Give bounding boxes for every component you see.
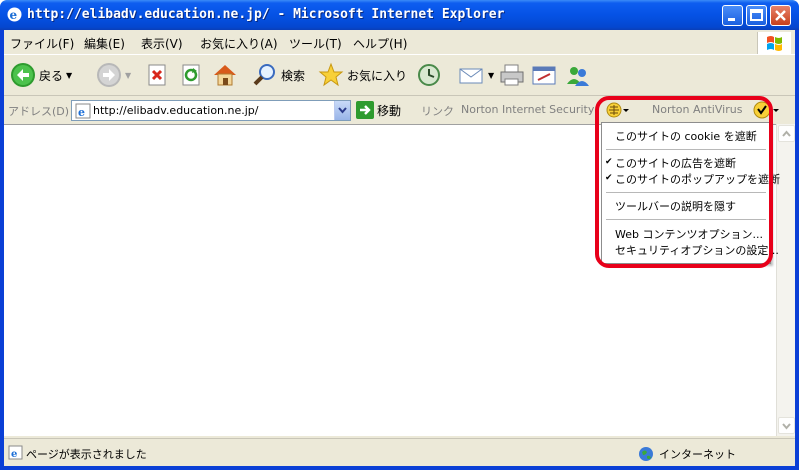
home-icon bbox=[214, 65, 236, 86]
close-icon bbox=[775, 10, 786, 21]
edit-page-icon bbox=[532, 66, 556, 85]
minimize-button[interactable] bbox=[722, 5, 743, 26]
home-button[interactable] bbox=[211, 60, 239, 90]
edit-button[interactable] bbox=[530, 60, 558, 90]
address-field[interactable]: e http://elibadv.education.ne.jp/ bbox=[71, 100, 351, 121]
maximize-icon bbox=[750, 9, 763, 21]
page-ie-icon: e bbox=[75, 103, 91, 119]
go-button[interactable]: 移動 bbox=[356, 101, 401, 119]
back-button[interactable]: 戻る ▼ bbox=[10, 60, 72, 90]
svg-text:e: e bbox=[78, 106, 85, 119]
history-button[interactable] bbox=[416, 60, 442, 90]
mail-dropdown-icon[interactable]: ▼ bbox=[488, 71, 494, 80]
go-label: 移動 bbox=[377, 103, 402, 118]
menu-favorites[interactable]: お気に入り(A) bbox=[200, 35, 278, 52]
scroll-down-button[interactable] bbox=[778, 417, 795, 434]
search-label: 検索 bbox=[281, 68, 306, 83]
maximize-button[interactable] bbox=[746, 5, 767, 26]
status-text: ページが表示されました bbox=[26, 448, 147, 461]
refresh-button[interactable] bbox=[178, 60, 204, 90]
menu-file[interactable]: ファイル(F) bbox=[10, 35, 74, 52]
norton-internet-security-label: Norton Internet Security bbox=[461, 103, 595, 116]
favorites-label: お気に入り bbox=[347, 68, 408, 83]
go-arrow-icon bbox=[356, 101, 374, 119]
forward-button[interactable]: ▼ bbox=[96, 60, 131, 90]
messenger-button[interactable] bbox=[564, 60, 592, 90]
address-dropdown-button[interactable] bbox=[334, 101, 350, 120]
refresh-icon bbox=[182, 64, 200, 86]
menu-view[interactable]: 表示(V) bbox=[141, 35, 183, 52]
window-title: http://elibadv.education.ne.jp/ - Micros… bbox=[27, 7, 505, 22]
chevron-up-icon bbox=[782, 130, 791, 137]
print-button[interactable] bbox=[498, 60, 526, 90]
forward-arrow-icon bbox=[97, 63, 121, 87]
svg-text:e: e bbox=[11, 449, 17, 460]
security-zone: インターネット bbox=[638, 446, 736, 462]
printer-icon bbox=[500, 64, 524, 86]
back-dropdown-icon[interactable]: ▼ bbox=[66, 71, 72, 80]
search-icon bbox=[253, 64, 275, 86]
windows-logo bbox=[757, 32, 791, 54]
favorites-button[interactable]: お気に入り bbox=[318, 60, 407, 90]
title-bar: e http://elibadv.education.ne.jp/ - Micr… bbox=[0, 0, 799, 30]
back-arrow-icon bbox=[11, 63, 35, 87]
chevron-down-icon bbox=[782, 423, 791, 430]
forward-dropdown-icon[interactable]: ▼ bbox=[125, 71, 131, 80]
back-label: 戻る bbox=[39, 68, 64, 83]
minimize-icon bbox=[728, 18, 735, 21]
history-icon bbox=[418, 64, 440, 86]
ie-icon: e bbox=[7, 7, 22, 22]
mail-icon bbox=[459, 68, 483, 84]
stop-button[interactable] bbox=[144, 60, 170, 90]
star-icon bbox=[318, 62, 344, 87]
menu-edit[interactable]: 編集(E) bbox=[84, 35, 125, 52]
standard-toolbar: 戻る ▼ ▼ 検索 お気に入り ▼ bbox=[4, 56, 795, 96]
chevron-down-icon bbox=[338, 107, 347, 114]
red-highlight-annotation bbox=[595, 96, 773, 268]
menu-tools[interactable]: ツール(T) bbox=[289, 35, 342, 52]
globe-icon bbox=[639, 447, 653, 461]
menu-bar: ファイル(F) 編集(E) 表示(V) お気に入り(A) ツール(T) ヘルプ(… bbox=[4, 30, 795, 55]
links-button[interactable]: リンク bbox=[421, 103, 454, 119]
status-bar: e ページが表示されました インターネット bbox=[4, 438, 795, 466]
svg-text:e: e bbox=[10, 8, 18, 22]
address-label: アドレス(D) bbox=[8, 105, 70, 118]
page-done-icon: e bbox=[8, 445, 23, 460]
stop-icon bbox=[148, 64, 166, 86]
scroll-up-button[interactable] bbox=[778, 125, 795, 142]
address-url: http://elibadv.education.ne.jp/ bbox=[93, 104, 259, 117]
search-button[interactable]: 検索 bbox=[252, 60, 305, 90]
windows-flag-icon bbox=[767, 36, 782, 51]
messenger-icon bbox=[567, 67, 589, 86]
close-button[interactable] bbox=[770, 5, 791, 26]
mail-button[interactable]: ▼ bbox=[457, 60, 494, 90]
zone-label: インターネット bbox=[659, 448, 736, 461]
menu-help[interactable]: ヘルプ(H) bbox=[353, 35, 407, 52]
